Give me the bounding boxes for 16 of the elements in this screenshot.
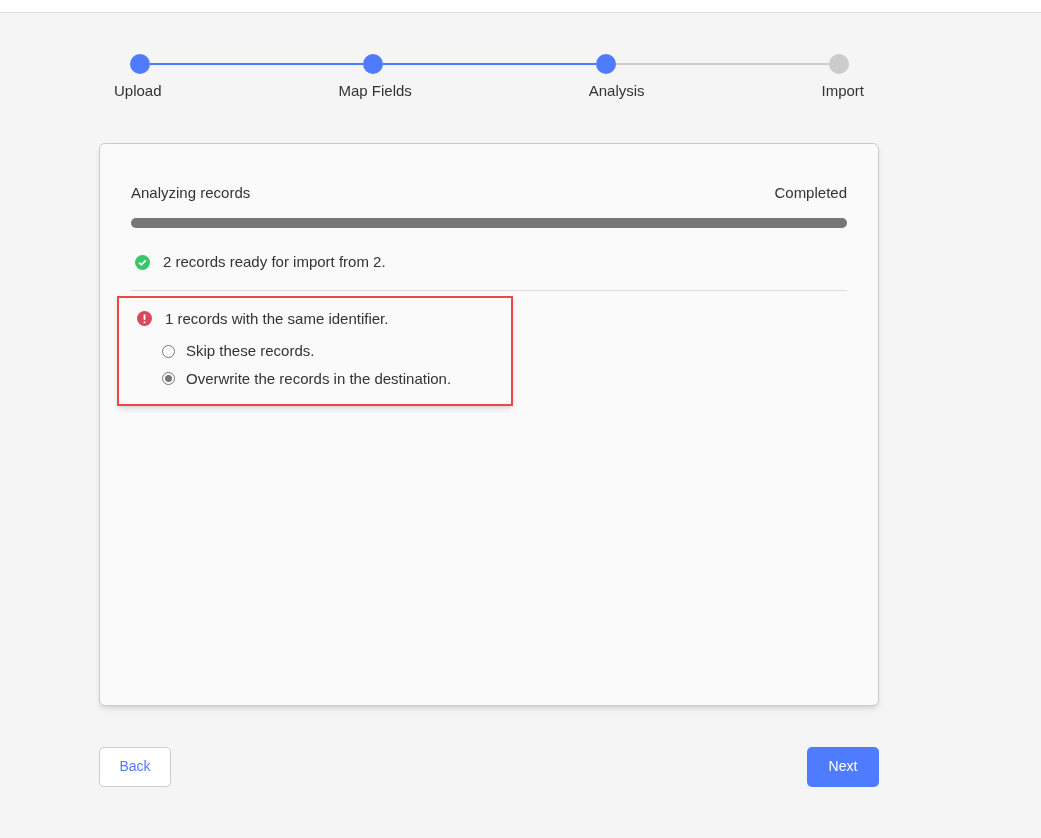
next-button[interactable]: Next: [807, 746, 879, 787]
step-label: Analysis: [588, 81, 645, 101]
step-label: Import: [821, 81, 864, 101]
step-label: Map Fields: [338, 81, 412, 101]
alert-icon: [137, 311, 152, 327]
conflict-message: 1 records with the same identifier.: [165, 308, 389, 329]
radio-button[interactable]: [162, 344, 175, 358]
analysis-label: Analyzing records: [131, 182, 251, 203]
radio-option[interactable]: Skip these records.: [162, 340, 511, 363]
radio-option[interactable]: Overwrite the records in the destination.: [162, 367, 511, 390]
ready-message: 2 records ready for import from 2.: [163, 252, 386, 272]
back-button[interactable]: Back: [99, 746, 171, 787]
step-label: Upload: [114, 81, 162, 101]
analysis-status: Completed: [774, 182, 847, 203]
check-circle-icon: [135, 254, 150, 270]
radio-button[interactable]: [162, 372, 175, 386]
